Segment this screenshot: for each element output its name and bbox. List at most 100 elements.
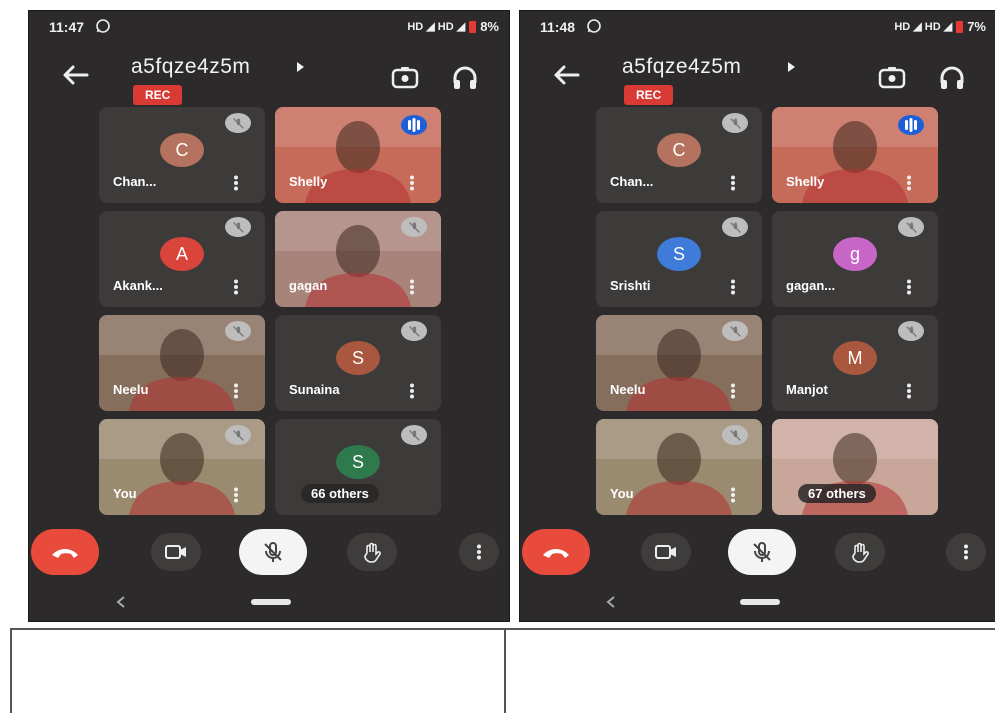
participant-avatar: A bbox=[160, 237, 204, 271]
android-nav-bar bbox=[29, 589, 509, 619]
mic-off-icon bbox=[898, 321, 924, 341]
battery-icon bbox=[469, 20, 477, 33]
mic-off-icon bbox=[225, 321, 251, 341]
headphones-icon[interactable] bbox=[451, 65, 479, 91]
battery-icon bbox=[956, 20, 964, 33]
participant-tile[interactable]: S Sunaina bbox=[275, 315, 441, 411]
mic-off-icon bbox=[751, 541, 773, 563]
hand-icon bbox=[361, 541, 383, 563]
more-vertical-icon[interactable] bbox=[906, 383, 912, 399]
meeting-header: a5fqze4z5m REC bbox=[29, 51, 509, 111]
mic-toggle-button[interactable] bbox=[728, 529, 796, 575]
participant-tile[interactable]: 67 others bbox=[772, 419, 938, 515]
back-arrow-icon[interactable] bbox=[552, 63, 580, 87]
table-rule bbox=[10, 628, 12, 713]
end-call-button[interactable] bbox=[31, 529, 99, 575]
participant-tile[interactable]: Neelu bbox=[99, 315, 265, 411]
mic-off-icon bbox=[225, 425, 251, 445]
participant-tile[interactable]: You bbox=[596, 419, 762, 515]
participant-name: Chan... bbox=[610, 174, 654, 189]
more-vertical-icon[interactable] bbox=[730, 383, 736, 399]
status-time: 11:47 bbox=[49, 19, 85, 35]
raise-hand-button[interactable] bbox=[835, 533, 885, 571]
others-count[interactable]: 66 others bbox=[301, 484, 379, 503]
more-vertical-icon[interactable] bbox=[233, 487, 239, 503]
more-vertical-icon[interactable] bbox=[409, 383, 415, 399]
nav-back-icon[interactable] bbox=[115, 595, 127, 609]
mic-off-icon bbox=[722, 321, 748, 341]
switch-camera-icon[interactable] bbox=[391, 65, 419, 91]
others-count[interactable]: 67 others bbox=[798, 484, 876, 503]
participant-tile[interactable]: C Chan... bbox=[596, 107, 762, 203]
home-pill[interactable] bbox=[740, 599, 780, 605]
more-vertical-icon[interactable] bbox=[233, 383, 239, 399]
participant-tile[interactable]: S 66 others bbox=[275, 419, 441, 515]
participant-avatar: C bbox=[657, 133, 701, 167]
battery-percent: 8% bbox=[480, 19, 499, 34]
more-vertical-icon[interactable] bbox=[730, 175, 736, 191]
meeting-info-caret-icon[interactable] bbox=[297, 62, 304, 72]
network-indicator: HD ◢ HD ◢ bbox=[894, 21, 953, 33]
more-vertical-icon[interactable] bbox=[730, 279, 736, 295]
more-vertical-icon[interactable] bbox=[233, 175, 239, 191]
more-vertical-icon[interactable] bbox=[409, 175, 415, 191]
participant-avatar: S bbox=[657, 237, 701, 271]
meeting-code[interactable]: a5fqze4z5m bbox=[131, 55, 250, 79]
speaking-indicator-icon bbox=[401, 115, 427, 135]
status-bar: 11:48 HD ◢ HD ◢ 7% bbox=[520, 11, 995, 43]
meet-screenshot: 11:47 HD ◢ HD ◢ 8% a5fqze4z5m REC C Chan... She… bbox=[28, 10, 510, 622]
mic-off-icon bbox=[722, 113, 748, 133]
more-vertical-icon[interactable] bbox=[409, 279, 415, 295]
more-vertical-icon[interactable] bbox=[233, 279, 239, 295]
participant-name: Shelly bbox=[786, 174, 825, 189]
participant-tile[interactable]: You bbox=[99, 419, 265, 515]
status-bar: 11:47 HD ◢ HD ◢ 8% bbox=[29, 11, 509, 43]
participant-tile[interactable]: Neelu bbox=[596, 315, 762, 411]
back-arrow-icon[interactable] bbox=[61, 63, 89, 87]
camera-toggle-button[interactable] bbox=[151, 533, 201, 571]
mic-off-icon bbox=[898, 217, 924, 237]
meeting-info-caret-icon[interactable] bbox=[788, 62, 795, 72]
participant-tile[interactable]: Shelly bbox=[275, 107, 441, 203]
participant-avatar: S bbox=[336, 445, 380, 479]
participant-avatar: C bbox=[160, 133, 204, 167]
video-camera-icon bbox=[655, 544, 677, 560]
camera-toggle-button[interactable] bbox=[641, 533, 691, 571]
participant-tile[interactable]: C Chan... bbox=[99, 107, 265, 203]
participant-tile[interactable]: A Akank... bbox=[99, 211, 265, 307]
more-vertical-icon[interactable] bbox=[906, 175, 912, 191]
more-vertical-icon bbox=[963, 544, 969, 560]
call-controls bbox=[520, 519, 995, 579]
participant-name: gagan... bbox=[786, 278, 836, 293]
speaking-indicator-icon bbox=[898, 115, 924, 135]
participant-name: You bbox=[610, 486, 634, 501]
raise-hand-button[interactable] bbox=[347, 533, 397, 571]
participant-name: Srishti bbox=[610, 278, 651, 293]
mic-off-icon bbox=[225, 113, 251, 133]
home-pill[interactable] bbox=[251, 599, 291, 605]
participant-tile[interactable]: S Srishti bbox=[596, 211, 762, 307]
status-time: 11:48 bbox=[540, 19, 576, 35]
participant-tile[interactable]: M Manjot bbox=[772, 315, 938, 411]
headphones-icon[interactable] bbox=[938, 65, 966, 91]
whatsapp-icon bbox=[586, 18, 602, 34]
switch-camera-icon[interactable] bbox=[878, 65, 906, 91]
meeting-code[interactable]: a5fqze4z5m bbox=[622, 55, 741, 79]
end-call-button[interactable] bbox=[522, 529, 590, 575]
more-vertical-icon[interactable] bbox=[730, 487, 736, 503]
participant-tile[interactable]: g gagan... bbox=[772, 211, 938, 307]
more-options-button[interactable] bbox=[946, 533, 986, 571]
participant-tile[interactable]: Shelly bbox=[772, 107, 938, 203]
more-options-button[interactable] bbox=[459, 533, 499, 571]
participant-name: Manjot bbox=[786, 382, 828, 397]
mic-off-icon bbox=[225, 217, 251, 237]
android-nav-bar bbox=[520, 589, 995, 619]
participant-tile[interactable]: gagan bbox=[275, 211, 441, 307]
battery-percent: 7% bbox=[967, 19, 986, 34]
mic-toggle-button[interactable] bbox=[239, 529, 307, 575]
participant-name: Chan... bbox=[113, 174, 157, 189]
nav-back-icon[interactable] bbox=[605, 595, 617, 609]
more-vertical-icon[interactable] bbox=[906, 279, 912, 295]
mic-off-icon bbox=[401, 425, 427, 445]
meet-screenshot: 11:48 HD ◢ HD ◢ 7% a5fqze4z5m REC C Chan... She… bbox=[519, 10, 995, 622]
